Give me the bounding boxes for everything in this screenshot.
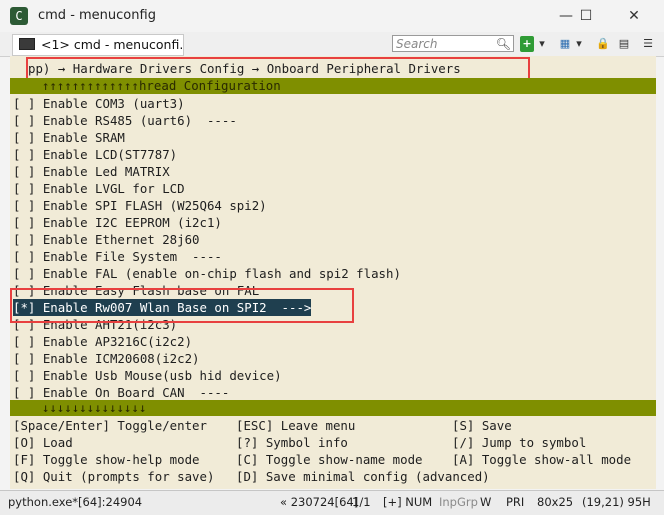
menu-item[interactable]: [ ] Enable FAL (enable on-chip flash and… xyxy=(13,265,401,282)
menu-item[interactable]: [ ] Enable Ethernet 28j60 xyxy=(13,231,200,248)
help-key: [S] Save xyxy=(452,418,512,433)
status-w: W xyxy=(480,495,492,509)
help-key: [?] Symbol info xyxy=(236,435,348,450)
help-key: [ESC] Leave menu xyxy=(236,418,356,433)
search-input[interactable]: Search 🔍︎ xyxy=(392,35,514,52)
tab-label: <1> cmd - menuconfi... xyxy=(41,37,184,52)
menu-item[interactable]: [ ] Enable On Board CAN ---- xyxy=(13,384,229,401)
maximize-button[interactable]: ☐ xyxy=(566,4,606,28)
status-cursor: (19,21) 95H xyxy=(582,495,651,509)
menu-item[interactable]: [ ] Enable ICM20608(i2c2) xyxy=(13,350,200,367)
search-icon[interactable]: 🔍︎ xyxy=(496,36,511,53)
breadcrumb: pp) → Hardware Drivers Config → Onboard … xyxy=(28,61,461,76)
search-placeholder: Search xyxy=(396,37,438,51)
menu-item[interactable]: [ ] Enable Led MATRIX xyxy=(13,163,170,180)
status-build: « 230724[64] xyxy=(280,495,359,509)
help-key: [C] Toggle show-name mode xyxy=(236,452,423,467)
help-key: [F] Toggle show-help mode xyxy=(13,452,200,467)
view-icon[interactable]: ▦ xyxy=(557,36,573,52)
help-key: [/] Jump to symbol xyxy=(452,435,587,450)
help-key: [O] Load xyxy=(13,435,73,450)
window-title: cmd - menuconfig xyxy=(38,8,156,23)
tab-toolbar: <1> cmd - menuconfi... Search 🔍︎ + ▾ ▦ ▾… xyxy=(0,32,664,57)
status-mode: [+] NUM xyxy=(383,495,433,509)
menu-item[interactable]: [ ] Enable RS485 (uart6) ---- xyxy=(13,112,237,129)
menu-title: ↑↑↑↑↑↑↑↑↑↑↑↑↑hread Configuration xyxy=(42,78,281,93)
console-icon xyxy=(19,38,35,50)
menu-item[interactable]: [ ] Enable I2C EEPROM (i2c1) xyxy=(13,214,222,231)
help-key: [Space/Enter] Toggle/enter xyxy=(13,418,207,433)
app-icon: C xyxy=(10,7,28,25)
view-dropdown-icon[interactable]: ▾ xyxy=(574,36,584,52)
menu-item[interactable]: [ ] Enable AHT21(i2c3) xyxy=(13,316,177,333)
status-bar: python.exe*[64]:24904 « 230724[64] 1/1 [… xyxy=(0,490,664,515)
help-key: [A] Toggle show-all mode xyxy=(452,452,632,467)
menu-item-selected[interactable]: [*] Enable Rw007 Wlan Base on SPI2 ---> xyxy=(13,299,312,316)
help-key: [D] Save minimal config (advanced) xyxy=(236,469,490,484)
add-dropdown-icon[interactable]: ▾ xyxy=(537,36,547,52)
terminal-area[interactable]: pp) → Hardware Drivers Config → Onboard … xyxy=(10,56,656,489)
menu-icon[interactable]: ☰ xyxy=(640,36,656,52)
menu-item[interactable]: [ ] Enable Usb Mouse(usb hid device) xyxy=(13,367,282,384)
status-input: InpGrp xyxy=(439,495,478,509)
menu-bottom-bar: ↓↓↓↓↓↓↓↓↓↓↓↓↓↓ xyxy=(10,400,656,416)
status-position: 1/1 xyxy=(352,495,371,509)
help-key: [Q] Quit (prompts for save) xyxy=(13,469,215,484)
close-button[interactable]: ✕ xyxy=(614,4,654,28)
menu-item[interactable]: [ ] Enable AP3216C(i2c2) xyxy=(13,333,192,350)
lock-icon[interactable]: 🔒 xyxy=(595,36,611,52)
tab-cmd[interactable]: <1> cmd - menuconfi... xyxy=(12,34,184,56)
menu-item[interactable]: [ ] Enable LCD(ST7787) xyxy=(13,146,177,163)
menu-item[interactable]: [ ] Enable SRAM xyxy=(13,129,125,146)
status-size: 80x25 xyxy=(537,495,574,509)
add-console-button[interactable]: + xyxy=(520,36,534,52)
menu-title-bar: ↑↑↑↑↑↑↑↑↑↑↑↑↑hread Configuration xyxy=(10,78,656,94)
scroll-down-indicator: ↓↓↓↓↓↓↓↓↓↓↓↓↓↓ xyxy=(42,400,147,415)
menu-item[interactable]: [ ] Enable LVGL for LCD xyxy=(13,180,185,197)
terminal-window: C cmd - menuconfig — ☐ ✕ <1> cmd - menuc… xyxy=(0,0,664,515)
title-bar: C cmd - menuconfig — ☐ ✕ xyxy=(0,0,664,32)
status-priority: PRI xyxy=(506,495,525,509)
menu-item[interactable]: [ ] Enable File System ---- xyxy=(13,248,222,265)
menu-item[interactable]: [ ] Enable COM3 (uart3) xyxy=(13,95,185,112)
panel-icon[interactable]: ▤ xyxy=(617,36,631,52)
status-process: python.exe*[64]:24904 xyxy=(8,495,143,509)
menu-item[interactable]: [ ] Enable SPI FLASH (W25Q64 spi2) xyxy=(13,197,267,214)
menu-item[interactable]: [ ] Enable Easy Flash base on FAL xyxy=(13,282,259,299)
